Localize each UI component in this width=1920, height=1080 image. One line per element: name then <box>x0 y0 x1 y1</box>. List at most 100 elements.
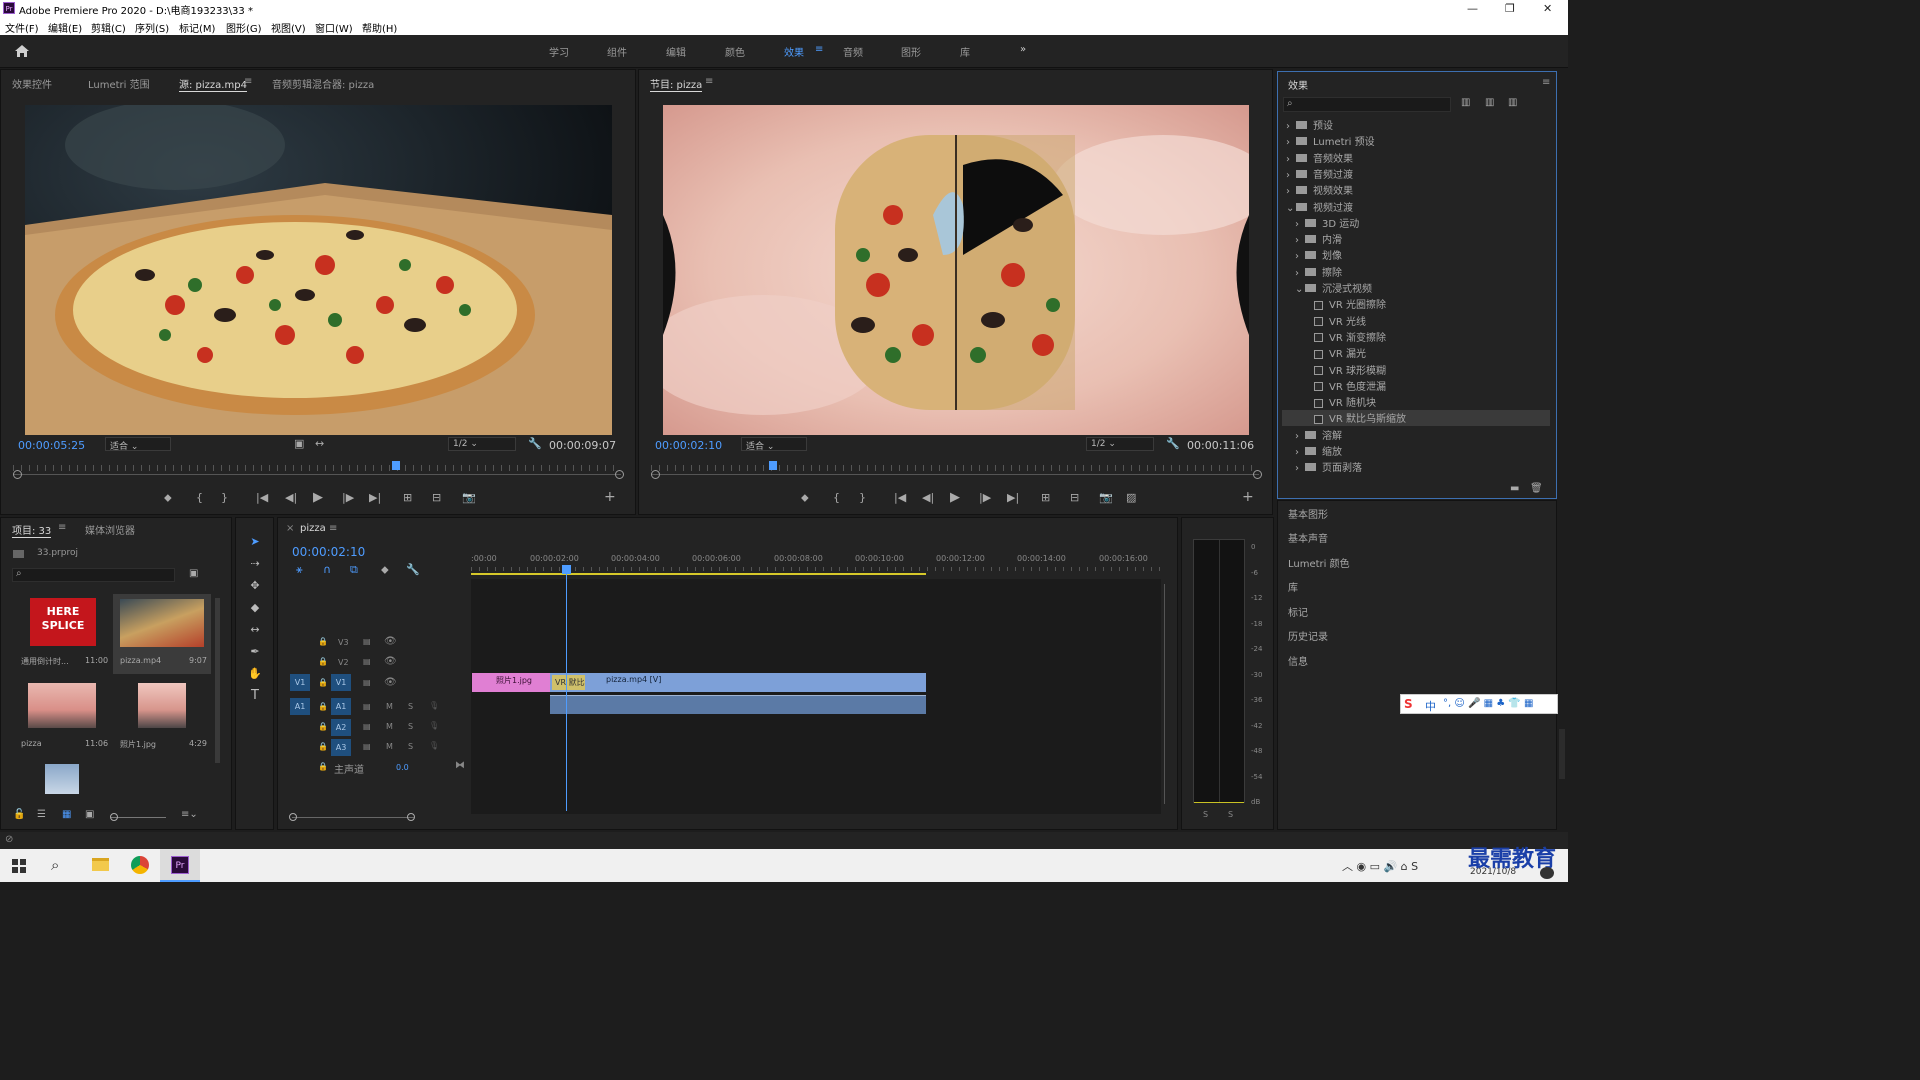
chevron-right-icon[interactable]: › <box>1286 154 1296 165</box>
program-mark-out-icon[interactable]: } <box>859 491 866 504</box>
restore-icon[interactable]: ❐ <box>1505 2 1515 15</box>
source-patch-a1[interactable]: A1 <box>290 698 310 715</box>
menu-help[interactable]: 帮助(H) <box>362 20 397 35</box>
close-icon[interactable]: ✕ <box>1543 2 1552 15</box>
minimize-icon[interactable]: — <box>1467 2 1478 15</box>
tab-effect-controls[interactable]: 效果控件 <box>12 76 52 91</box>
chevron-right-icon[interactable]: › <box>1286 170 1296 181</box>
program-fit-dropdown[interactable]: 适合 ⌄ <box>741 437 807 452</box>
program-zoom-handle-right[interactable] <box>1253 470 1262 479</box>
source-time-ruler[interactable] <box>13 465 621 471</box>
windows-start-icon[interactable] <box>12 859 26 873</box>
workspace-graphics[interactable]: 图形 <box>901 44 921 59</box>
workspace-editing[interactable]: 编辑 <box>666 44 686 59</box>
play-icon[interactable]: ▶ <box>313 490 323 505</box>
chevron-right-icon[interactable]: › <box>1286 137 1296 148</box>
chevron-right-icon[interactable]: › <box>1295 447 1305 458</box>
program-mark-in-icon[interactable]: { <box>833 491 840 504</box>
workspace-color[interactable]: 颜色 <box>725 44 745 59</box>
premiere-taskbar-button[interactable]: Pr <box>160 849 200 882</box>
source-zoom-bar[interactable] <box>13 474 621 475</box>
program-export-frame-icon[interactable]: 📷 <box>1099 491 1113 504</box>
step-back-icon[interactable]: ◀| <box>285 491 297 504</box>
search-taskbar-icon[interactable]: ⌕ <box>51 856 59 874</box>
go-to-in-icon[interactable]: |◀ <box>256 491 268 504</box>
effects-item[interactable]: ⌄ 沉浸式视频 <box>1295 280 1372 296</box>
timeline-horizontal-scroll[interactable] <box>292 817 414 818</box>
zoom-slider-handle[interactable] <box>110 813 118 821</box>
file-explorer-icon[interactable] <box>92 858 109 871</box>
source-resolution-dropdown[interactable]: 1/2 ⌄ <box>448 437 516 451</box>
voiceover-icon[interactable]: 🎙 <box>429 741 439 750</box>
program-add-marker-icon[interactable]: ⬥ <box>801 491 809 505</box>
effects-item[interactable]: › 预设 <box>1286 117 1333 133</box>
lock-icon[interactable]: 🔓 <box>13 809 25 820</box>
lock-track-icon[interactable]: 🔒 <box>318 678 328 687</box>
program-play-icon[interactable]: ▶ <box>950 490 960 505</box>
home-icon[interactable] <box>14 44 30 58</box>
program-zoom-handle-left[interactable] <box>651 470 660 479</box>
tab-lumetri-scopes[interactable]: Lumetri 范围 <box>88 76 150 91</box>
comparison-view-icon[interactable]: ▨ <box>1126 491 1136 504</box>
effects-item[interactable]: VR 漏光 <box>1304 345 1366 361</box>
effects-item[interactable]: › 页面剥落 <box>1295 459 1362 475</box>
effects-item[interactable]: VR 球形模糊 <box>1304 362 1386 378</box>
panel-markers[interactable]: 标记 <box>1288 604 1308 619</box>
clip-pizza-audio[interactable] <box>550 695 926 714</box>
solo-button[interactable]: S <box>408 742 413 751</box>
yuv-effects-icon[interactable]: ▥ <box>1508 97 1517 108</box>
sync-lock-icon[interactable]: ▤ <box>363 722 371 731</box>
lock-track-icon[interactable]: 🔒 <box>318 742 328 751</box>
mark-in-icon[interactable]: { <box>196 491 203 504</box>
program-step-forward-icon[interactable]: |▶ <box>979 491 991 504</box>
chevron-right-icon[interactable]: › <box>1286 121 1296 132</box>
effects-item[interactable]: › 音频过渡 <box>1286 166 1353 182</box>
effects-item[interactable]: › 视频效果 <box>1286 182 1353 198</box>
effects-item[interactable]: VR 光线 <box>1304 313 1366 329</box>
scroll-handle-right[interactable] <box>407 813 415 821</box>
program-menu-icon[interactable]: ≡ <box>705 76 713 87</box>
panel-history[interactable]: 历史记录 <box>1288 628 1328 643</box>
lock-track-icon[interactable]: 🔒 <box>318 702 328 711</box>
menu-view[interactable]: 视图(V) <box>271 20 306 35</box>
effects-panel-menu-icon[interactable]: ≡ <box>1542 77 1550 88</box>
timeline-ruler[interactable]: :00:00 00:00:02:00 00:00:04:00 00:00:06:… <box>471 550 1161 578</box>
split-icon[interactable]: ↔ <box>315 437 324 450</box>
nest-icon[interactable]: ⚹ <box>296 563 303 577</box>
mute-button[interactable]: M <box>386 742 393 751</box>
workspace-libraries[interactable]: 库 <box>960 44 970 59</box>
master-expand-icon[interactable]: ⧓ <box>455 760 465 771</box>
timeline-vertical-scroll[interactable] <box>1164 584 1165 804</box>
effects-item[interactable]: › 擦除 <box>1295 264 1342 280</box>
panel-essential-graphics[interactable]: 基本图形 <box>1288 506 1328 521</box>
meter-solo-left[interactable]: S <box>1203 810 1208 819</box>
timeline-playhead-handle[interactable] <box>562 565 571 574</box>
program-zoom-bar[interactable] <box>651 474 1259 475</box>
chevron-right-icon[interactable]: › <box>1295 431 1305 442</box>
panel-libraries[interactable]: 库 <box>1288 579 1298 594</box>
sequence-menu-icon[interactable]: ≡ <box>329 523 337 534</box>
workspace-effects[interactable]: 效果 <box>784 44 804 59</box>
eye-icon[interactable]: 👁 <box>384 636 397 647</box>
scroll-handle-left[interactable] <box>289 813 297 821</box>
source-playhead[interactable] <box>392 461 401 470</box>
clip-pizza-video[interactable]: pizza.mp4 [V] <box>550 673 926 692</box>
sync-lock-icon[interactable]: ▤ <box>363 678 371 687</box>
project-item-extra-thumbnail[interactable] <box>45 764 79 794</box>
menu-file[interactable]: 文件(F) <box>5 20 39 35</box>
track-target-a3[interactable]: A3 <box>331 739 351 756</box>
tab-source[interactable]: 源: pizza.mp4 <box>179 76 247 92</box>
track-target-a2[interactable]: A2 <box>331 719 351 736</box>
type-tool-icon[interactable]: T <box>247 688 263 704</box>
eye-icon[interactable]: 👁 <box>384 656 397 667</box>
timeline-marker-icon[interactable]: ⬥ <box>381 563 389 577</box>
workspace-menu-icon[interactable]: ≡ <box>815 44 823 55</box>
hand-tool-icon[interactable]: ✋ <box>247 666 263 682</box>
sync-lock-icon[interactable]: ▤ <box>363 637 371 646</box>
snap-icon[interactable]: ∩ <box>323 563 331 576</box>
lock-track-icon[interactable]: 🔒 <box>318 637 328 646</box>
wrench-icon[interactable]: 🔧 <box>528 437 542 450</box>
tab-audio-clip-mixer[interactable]: 音频剪辑混合器: pizza <box>272 76 374 91</box>
program-resolution-dropdown[interactable]: 1/2 ⌄ <box>1086 437 1154 451</box>
sort-icon[interactable]: ≡⌄ <box>181 809 198 820</box>
